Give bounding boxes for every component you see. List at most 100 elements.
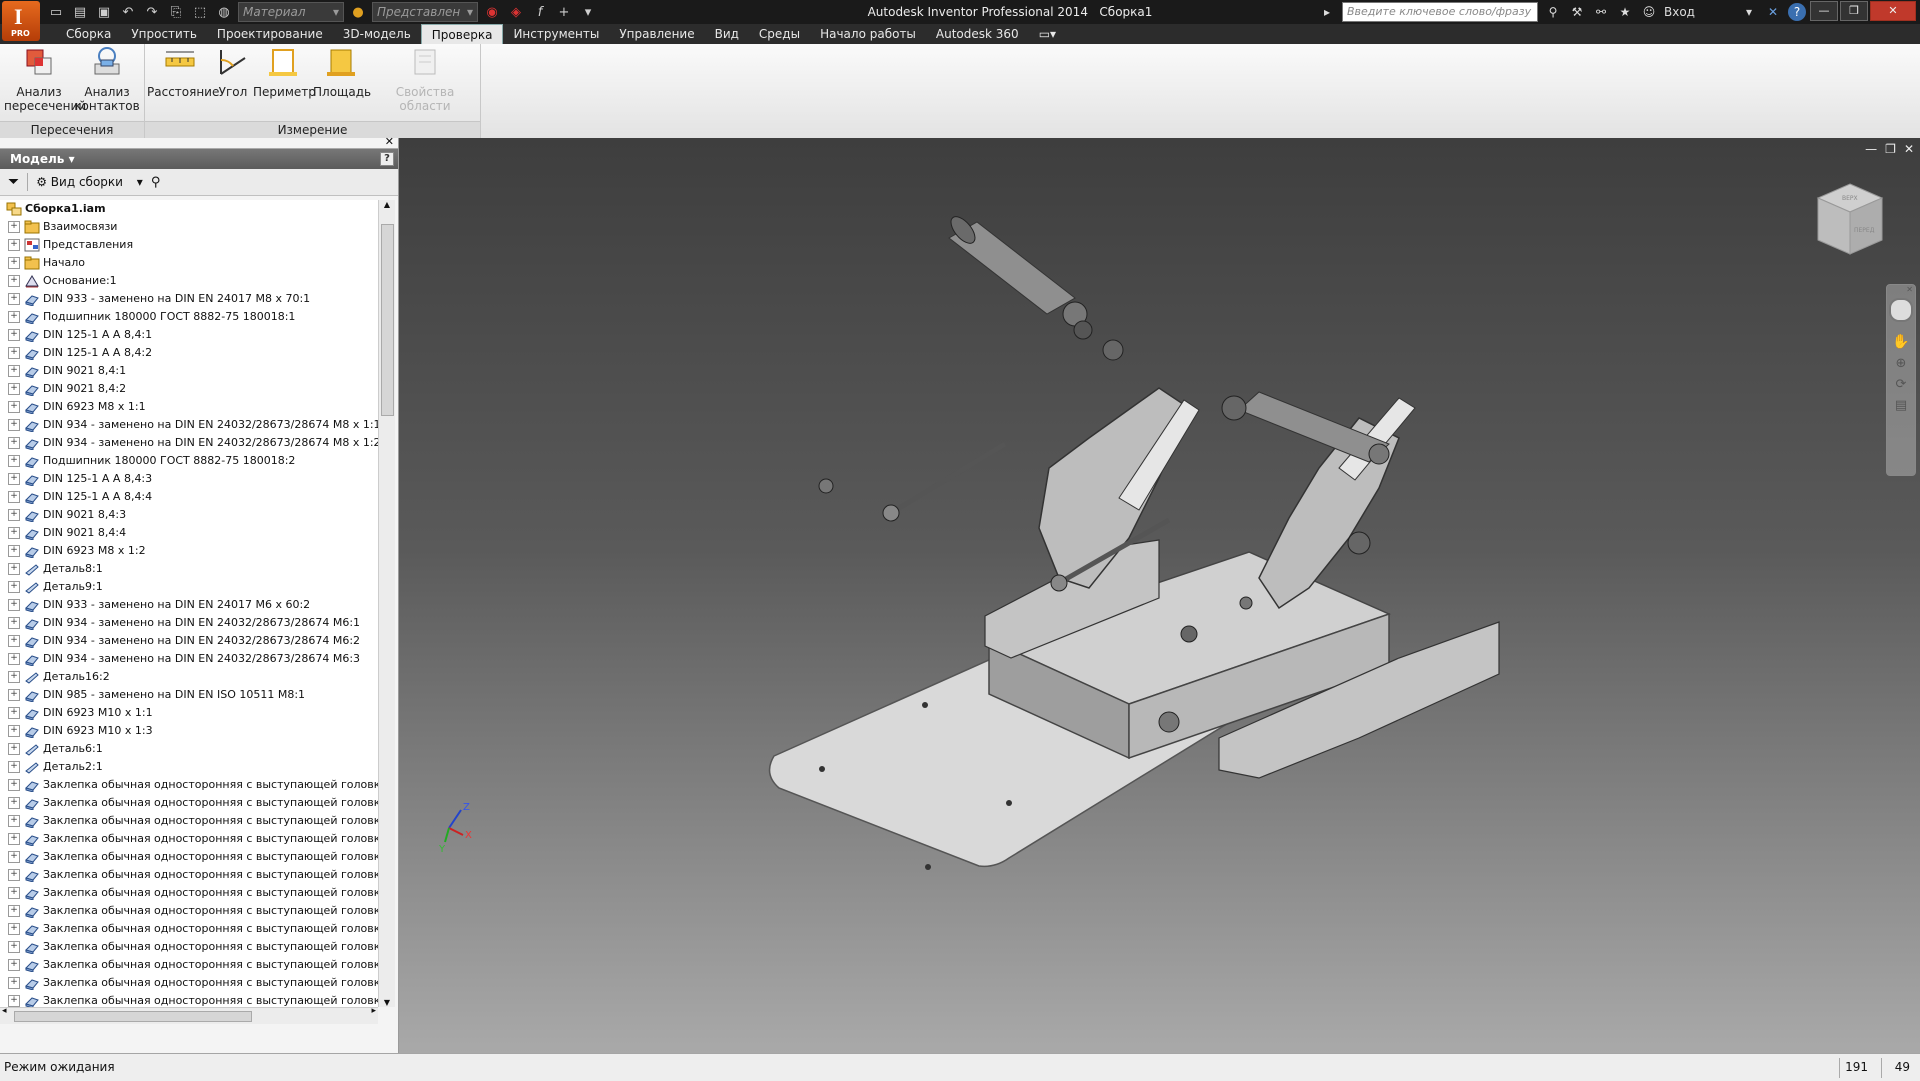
analyze-interference-button[interactable]: Анализ пересечений (4, 46, 86, 113)
expand-node-icon[interactable]: + (8, 959, 20, 971)
save-icon[interactable]: ▣ (94, 3, 114, 21)
material-combo[interactable]: Материал ▾ (238, 2, 344, 22)
application-menu-button[interactable]: I PRO (2, 1, 40, 41)
expand-node-icon[interactable]: + (8, 509, 20, 521)
tree-node[interactable]: + DIN 125-1 A A 8,4:2 (0, 344, 378, 362)
tree-node[interactable]: + DIN 934 - заменено на DIN EN 24032/2867… (0, 434, 378, 452)
close-icon[interactable]: ✕ (385, 135, 394, 148)
tree-node[interactable]: + DIN 9021 8,4:3 (0, 506, 378, 524)
tree-node[interactable]: + Заклепка обычная односторонняя с выступ… (0, 920, 378, 938)
tab-autodesk-360[interactable]: Autodesk 360 (926, 24, 1029, 44)
expand-node-icon[interactable]: + (8, 743, 20, 755)
expand-node-icon[interactable]: + (8, 455, 20, 467)
expand-node-icon[interactable]: + (8, 419, 20, 431)
expand-node-icon[interactable]: + (8, 923, 20, 935)
help-icon[interactable]: ? (1788, 3, 1806, 21)
find-binoculars-icon[interactable]: ⚲ (151, 175, 161, 190)
tree-node[interactable]: + DIN 6923 M10 x 1:3 (0, 722, 378, 740)
tab-design[interactable]: Проектирование (207, 24, 333, 44)
tree-node[interactable]: + Деталь2:1 (0, 758, 378, 776)
scroll-up-icon[interactable]: ▲ (379, 200, 395, 209)
tree-node[interactable]: + DIN 6923 M10 x 1:1 (0, 704, 378, 722)
select-icon[interactable]: ⬚ (190, 3, 210, 21)
expand-node-icon[interactable]: + (8, 887, 20, 899)
tree-node[interactable]: + Заклепка обычная односторонняя с выступ… (0, 830, 378, 848)
expand-node-icon[interactable]: + (8, 689, 20, 701)
tree-node[interactable]: + Заклепка обычная односторонняя с выступ… (0, 848, 378, 866)
expand-node-icon[interactable]: + (8, 653, 20, 665)
browser-grip[interactable]: ✕ (0, 135, 398, 149)
tree-node[interactable]: + DIN 934 - заменено на DIN EN 24032/2867… (0, 614, 378, 632)
expand-node-icon[interactable]: + (8, 671, 20, 683)
analyze-contact-button[interactable]: Анализ контактов (74, 46, 140, 113)
tree-node[interactable]: + Заклепка обычная односторонняя с выступ… (0, 956, 378, 974)
graphics-window[interactable]: — ❐ ✕ ВЕРХ ПЕРЕД ✕ ✋ ⊕ ⟳ ▤ Z X Y (399, 138, 1920, 1053)
tree-node[interactable]: + Основание:1 (0, 272, 378, 290)
scroll-left-icon[interactable]: ◂ (2, 1006, 7, 1016)
chevron-down-icon[interactable]: ▾ (1740, 3, 1758, 21)
tree-node[interactable]: + DIN 934 - заменено на DIN EN 24032/2867… (0, 416, 378, 434)
tree-node[interactable]: + Представления (0, 236, 378, 254)
scroll-thumb[interactable] (381, 224, 394, 416)
expand-node-icon[interactable]: + (8, 815, 20, 827)
tree-node[interactable]: + DIN 934 - заменено на DIN EN 24032/2867… (0, 632, 378, 650)
expand-node-icon[interactable]: + (8, 293, 20, 305)
expand-node-icon[interactable]: + (8, 761, 20, 773)
add-icon[interactable]: + (554, 3, 574, 21)
tree-node[interactable]: + Заклепка обычная односторонняя с выступ… (0, 812, 378, 830)
expand-node-icon[interactable]: + (8, 401, 20, 413)
region-properties-button[interactable]: Свойства области (373, 46, 477, 113)
expand-node-icon[interactable]: + (8, 779, 20, 791)
scroll-thumb[interactable] (14, 1011, 252, 1022)
open-icon[interactable]: ▤ (70, 3, 90, 21)
binoculars-icon[interactable]: ⚲ (1544, 3, 1562, 21)
tree-horizontal-scrollbar[interactable]: ◂ ▸ (0, 1006, 378, 1024)
tree-node[interactable]: + Заклепка обычная односторонняя с выступ… (0, 938, 378, 956)
sign-in-link[interactable]: Вход (1664, 5, 1734, 19)
tree-node[interactable]: + Заклепка обычная односторонняя с выступ… (0, 974, 378, 992)
measure-distance-button[interactable]: Расстояние (147, 46, 219, 99)
tree-node[interactable]: + Начало (0, 254, 378, 272)
expand-node-icon[interactable]: + (8, 491, 20, 503)
expand-node-icon[interactable]: + (8, 725, 20, 737)
tree-node[interactable]: + Взаимосвязи (0, 218, 378, 236)
browser-help-icon[interactable]: ? (380, 152, 394, 166)
tab-environments[interactable]: Среды (749, 24, 810, 44)
expand-node-icon[interactable]: + (8, 797, 20, 809)
view-representation-combo[interactable]: Представлен ▾ (372, 2, 478, 22)
measure-loop-button[interactable]: Периметр (253, 46, 316, 99)
expand-node-icon[interactable]: + (8, 275, 20, 287)
return-icon[interactable]: ⎘ (166, 3, 186, 21)
expand-node-icon[interactable]: + (8, 581, 20, 593)
tree-node[interactable]: + Деталь8:1 (0, 560, 378, 578)
tree-vertical-scrollbar[interactable]: ▲ ▼ (378, 200, 395, 1007)
expand-node-icon[interactable]: + (8, 437, 20, 449)
assembly-view-dropdown[interactable]: ⚙ Вид сборки ▾ (36, 175, 143, 189)
tree-node[interactable]: + Заклепка обычная односторонняя с выступ… (0, 992, 378, 1007)
expand-node-icon[interactable]: + (8, 977, 20, 989)
tab-simplify[interactable]: Упростить (121, 24, 207, 44)
expand-node-icon[interactable]: + (8, 221, 20, 233)
expand-node-icon[interactable]: + (8, 905, 20, 917)
expand-node-icon[interactable]: + (8, 707, 20, 719)
restore-icon[interactable]: ❐ (1840, 1, 1868, 21)
expand-node-icon[interactable]: + (8, 347, 20, 359)
expand-node-icon[interactable]: + (8, 617, 20, 629)
minimize-icon[interactable]: — (1810, 1, 1838, 21)
tree-node[interactable]: + Заклепка обычная односторонняя с выступ… (0, 794, 378, 812)
expand-node-icon[interactable]: + (8, 257, 20, 269)
tree-node[interactable]: + DIN 6923 M8 x 1:2 (0, 542, 378, 560)
tree-node[interactable]: + Заклепка обычная односторонняя с выступ… (0, 902, 378, 920)
communication-icon[interactable]: ⚯ (1592, 3, 1610, 21)
tab-manage[interactable]: Управление (609, 24, 704, 44)
favorites-icon[interactable]: ★ (1616, 3, 1634, 21)
expand-node-icon[interactable]: + (8, 329, 20, 341)
expand-node-icon[interactable]: + (8, 527, 20, 539)
clear-override-icon[interactable]: ◉ (482, 3, 502, 21)
tree-node[interactable]: + DIN 125-1 A A 8,4:1 (0, 326, 378, 344)
tree-node[interactable]: + Деталь6:1 (0, 740, 378, 758)
expand-node-icon[interactable]: + (8, 635, 20, 647)
close-icon[interactable]: ✕ (1870, 1, 1916, 21)
tree-node[interactable]: + DIN 125-1 A A 8,4:4 (0, 488, 378, 506)
tab-get-started[interactable]: Начало работы (810, 24, 926, 44)
